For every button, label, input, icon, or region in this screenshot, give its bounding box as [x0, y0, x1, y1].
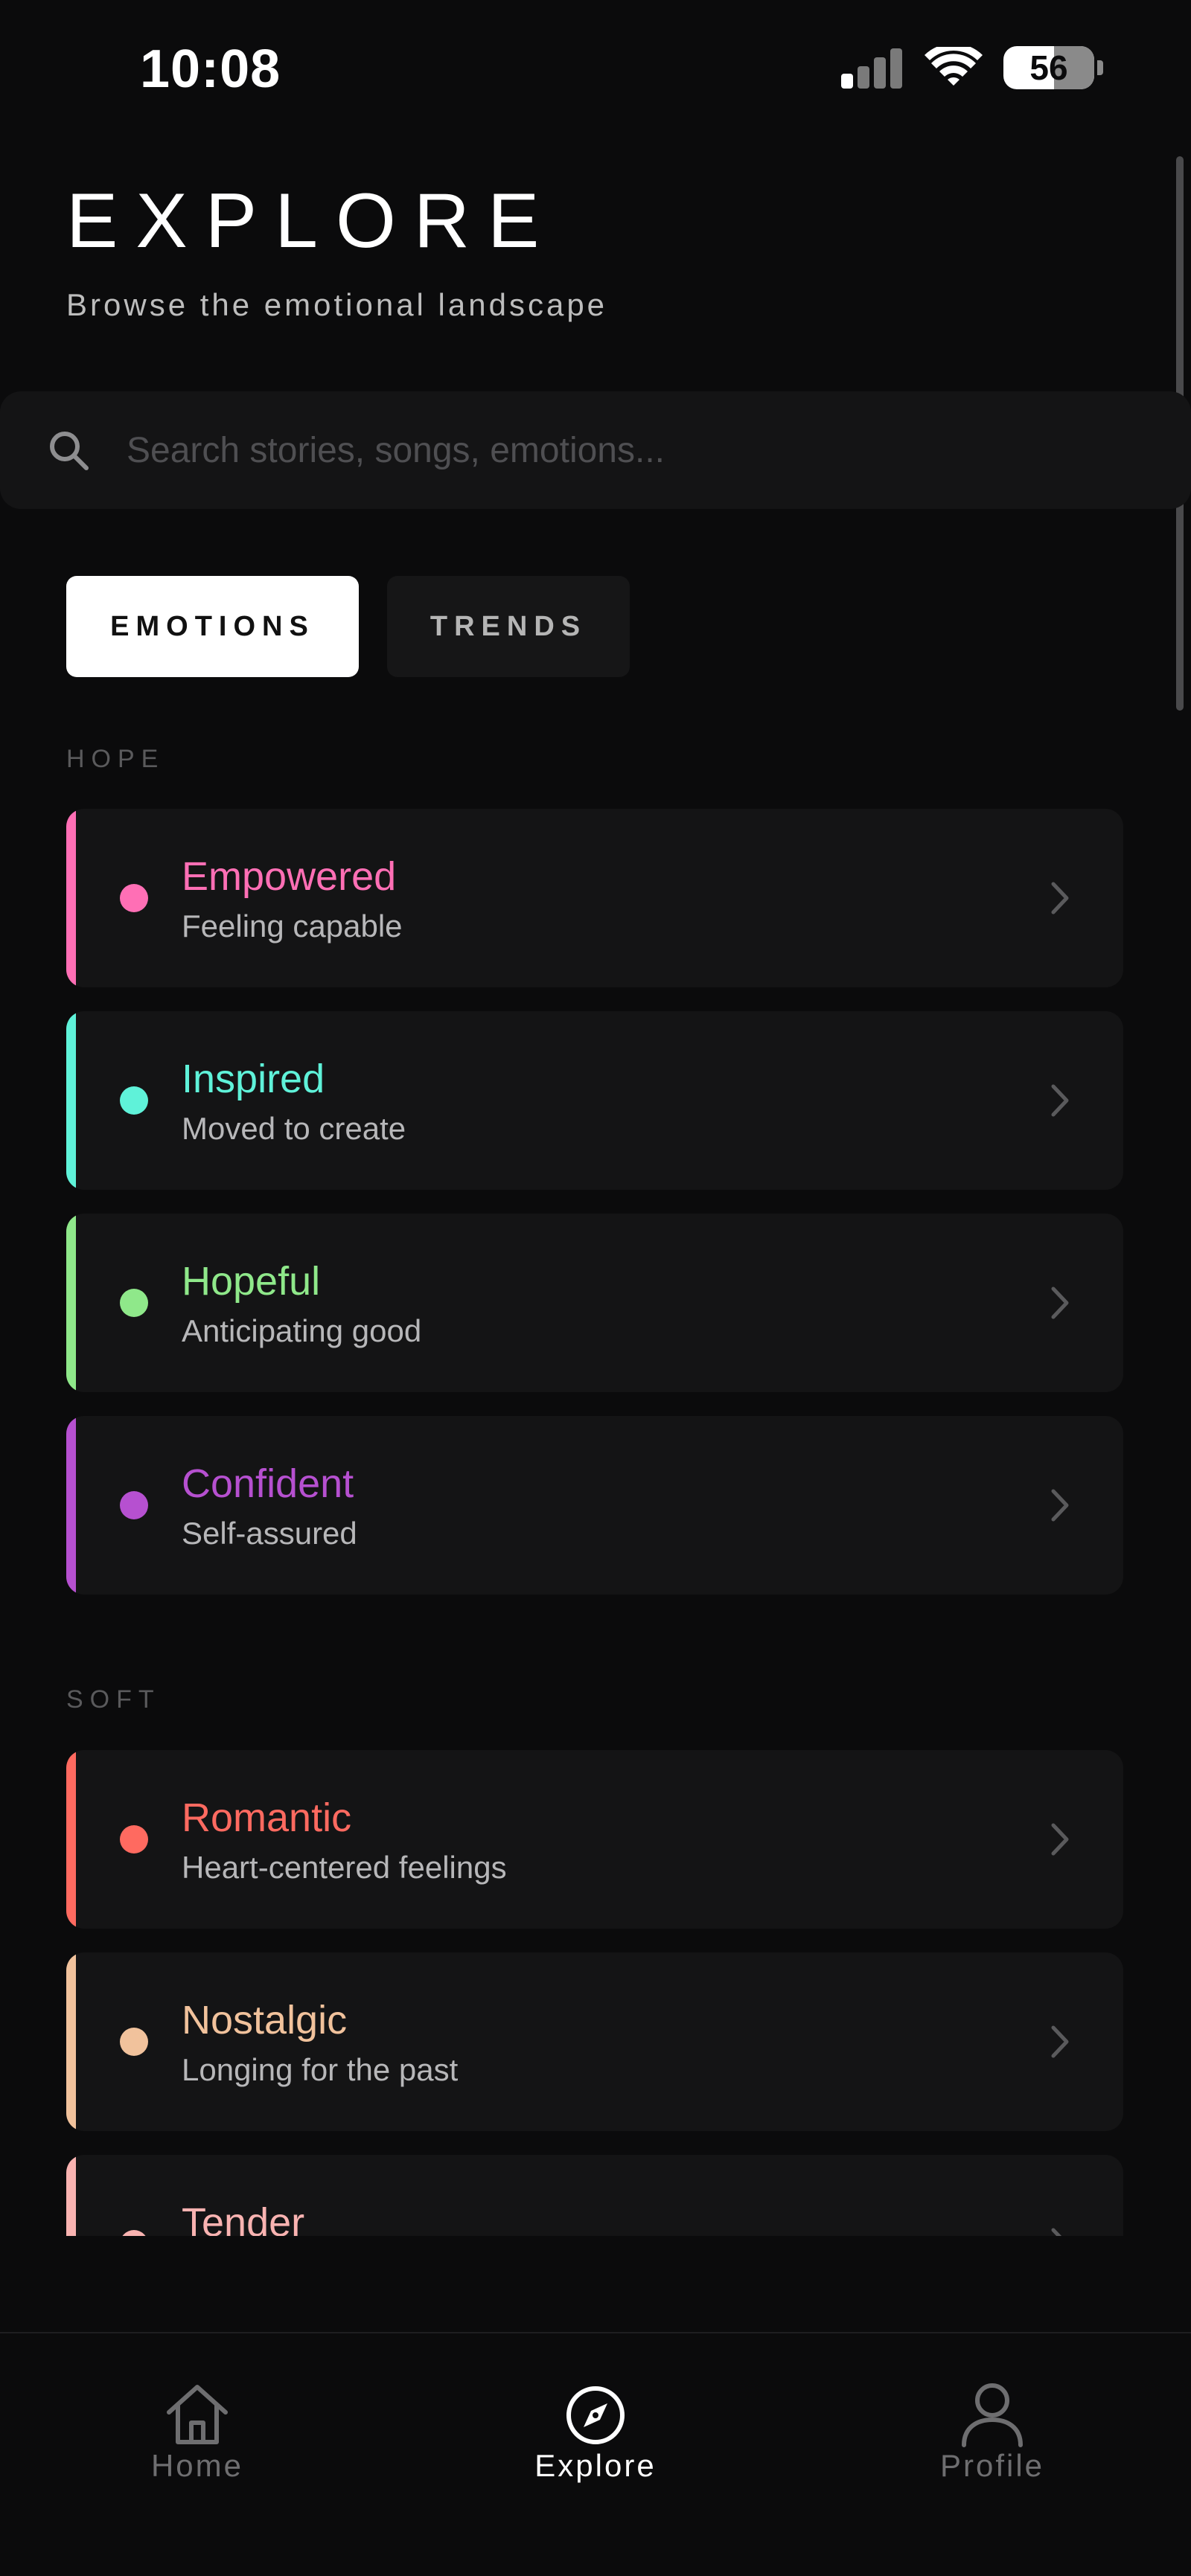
emotion-description: Heart-centered feelings: [182, 1850, 507, 1885]
emotion-accent-bar: [66, 1952, 76, 2131]
emotion-name: Nostalgic: [182, 1998, 348, 2042]
emotion-description: Moved to create: [182, 1111, 406, 1146]
emotion-name: Romantic: [182, 1795, 352, 1840]
chevron-right-icon: [1051, 882, 1069, 914]
emotion-color-dot: [120, 1491, 148, 1519]
emotion-card-inspired[interactable]: Inspired Moved to create: [66, 1011, 1123, 1190]
emotion-name: Inspired: [182, 1057, 325, 1101]
chevron-right-icon: [1051, 1287, 1069, 1319]
emotion-card-empowered[interactable]: Empowered Feeling capable: [66, 809, 1123, 987]
emotion-description: Longing for the past: [182, 2052, 459, 2087]
emotion-description: Self-assured: [182, 1516, 357, 1551]
nav-profile[interactable]: Profile: [881, 2378, 1104, 2484]
home-icon: [167, 2385, 228, 2444]
person-icon: [962, 2383, 1023, 2447]
chevron-right-icon: [1051, 1823, 1069, 1856]
emotion-card-romantic[interactable]: Romantic Heart-centered feelings: [66, 1750, 1123, 1929]
emotion-name: Confident: [182, 1461, 354, 1506]
nav-explore[interactable]: Explore: [484, 2378, 707, 2484]
emotion-accent-bar: [66, 1011, 76, 1190]
emotion-color-dot: [120, 1086, 148, 1115]
emotion-color-dot: [120, 1289, 148, 1317]
nav-explore-label: Explore: [534, 2448, 657, 2483]
emotion-accent-bar: [66, 1416, 76, 1595]
emotion-color-dot: [120, 2230, 148, 2236]
emotion-description: Feeling capable: [182, 909, 403, 943]
emotion-accent-bar: [66, 2155, 76, 2236]
emotion-card-confident[interactable]: Confident Self-assured: [66, 1416, 1123, 1595]
nav-home-label: Home: [150, 2448, 244, 2483]
chevron-right-icon: [1051, 1084, 1069, 1117]
emotion-accent-bar: [66, 1214, 76, 1392]
emotion-list-viewport: HOPE Empowered Feeling capable Inspired Mov…: [0, 0, 1191, 2236]
emotion-color-dot: [120, 1825, 148, 1853]
emotion-name: Tender: [182, 2200, 305, 2236]
chevron-right-icon: [1051, 2228, 1062, 2236]
nav-profile-label: Profile: [939, 2448, 1045, 2483]
emotion-card-hopeful[interactable]: Hopeful Anticipating good: [66, 1214, 1123, 1392]
bottom-nav: Home Explore Profile: [0, 2332, 1191, 2576]
emotion-card-nostalgic[interactable]: Nostalgic Longing for the past: [66, 1952, 1123, 2131]
section-label-hope: HOPE: [66, 745, 165, 773]
nav-home[interactable]: Home: [86, 2378, 309, 2484]
emotion-color-dot: [120, 2028, 148, 2056]
emotion-accent-bar: [66, 1750, 76, 1929]
emotion-card-tender[interactable]: Tender: [66, 2155, 1123, 2236]
emotion-color-dot: [120, 884, 148, 912]
emotion-description: Anticipating good: [182, 1313, 422, 1348]
emotion-name: Empowered: [182, 854, 397, 899]
chevron-right-icon: [1051, 1489, 1069, 1522]
chevron-right-icon: [1051, 2025, 1069, 2058]
compass-icon: [566, 2386, 625, 2444]
section-label-soft: SOFT: [66, 1685, 161, 1714]
emotion-accent-bar: [66, 809, 76, 987]
emotion-name: Hopeful: [182, 1259, 321, 1304]
